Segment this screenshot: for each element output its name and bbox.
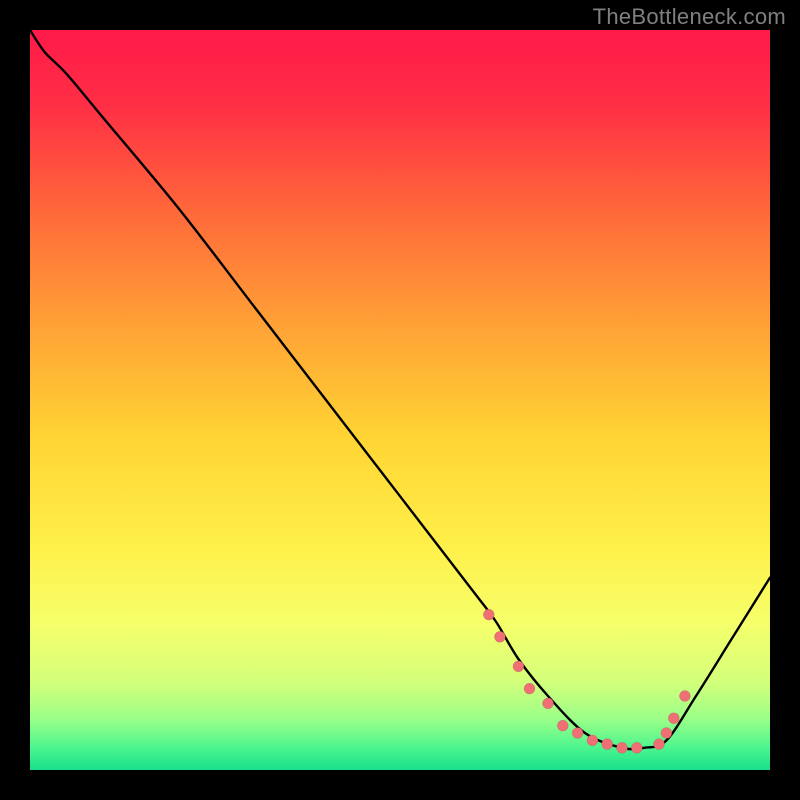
marker-point xyxy=(524,683,535,694)
chart-frame: TheBottleneck.com xyxy=(0,0,800,800)
marker-point xyxy=(631,742,642,753)
gradient-background xyxy=(30,30,770,770)
marker-point xyxy=(587,735,598,746)
marker-point xyxy=(617,742,628,753)
marker-point xyxy=(679,691,690,702)
watermark-label: TheBottleneck.com xyxy=(593,4,786,30)
marker-point xyxy=(543,698,554,709)
marker-point xyxy=(661,728,672,739)
marker-point xyxy=(668,713,679,724)
marker-point xyxy=(494,631,505,642)
marker-point xyxy=(513,661,524,672)
marker-point xyxy=(572,728,583,739)
marker-point xyxy=(557,720,568,731)
marker-point xyxy=(602,739,613,750)
bottleneck-chart xyxy=(30,30,770,770)
marker-point xyxy=(483,609,494,620)
plot-area xyxy=(30,30,770,770)
marker-point xyxy=(654,739,665,750)
